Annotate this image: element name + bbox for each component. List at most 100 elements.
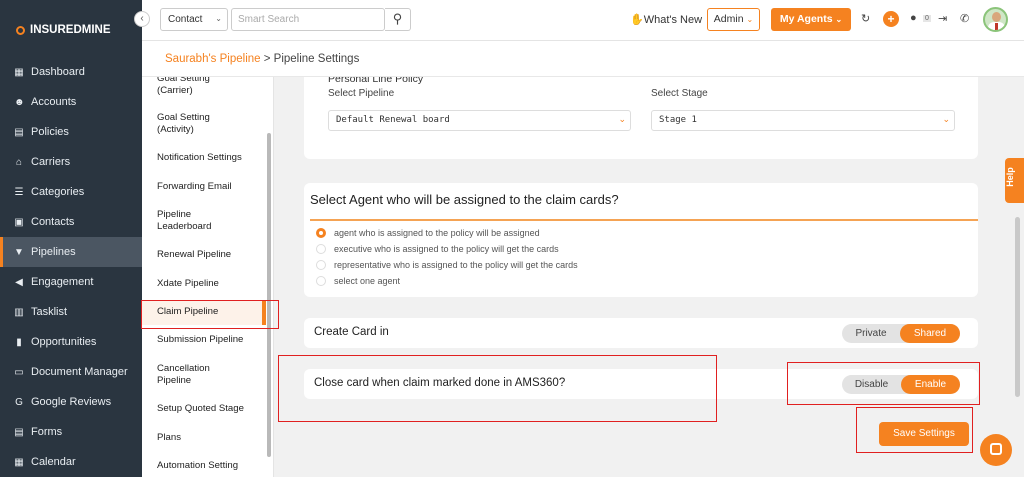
settings-item-automation-setting[interactable]: Automation Setting bbox=[157, 460, 238, 472]
shared-option[interactable]: Shared bbox=[900, 324, 960, 343]
policies-icon: ▤ bbox=[14, 126, 24, 138]
pipeline-select[interactable]: Default Renewal board ⌄ bbox=[328, 110, 631, 131]
sidebar-item-accounts[interactable]: ☻ Accounts bbox=[0, 87, 142, 117]
main-scrollbar[interactable] bbox=[1015, 217, 1020, 397]
accounts-icon: ☻ bbox=[14, 96, 25, 108]
settings-item-submission-pipeline[interactable]: Submission Pipeline bbox=[157, 334, 243, 346]
sidebar-item-engagement[interactable]: ◀ Engagement bbox=[0, 267, 142, 297]
settings-item-goal-setting-activity[interactable]: Goal Setting (Activity) bbox=[157, 112, 210, 136]
help-label: Help bbox=[1004, 167, 1015, 187]
app-logo[interactable]: INSUREDMINE bbox=[16, 22, 111, 38]
sidebar-item-label: Categories bbox=[31, 186, 85, 198]
sidebar-item-label: Accounts bbox=[31, 96, 77, 108]
sidebar-item-opportunities[interactable]: ▮ Opportunities bbox=[0, 327, 142, 357]
forms-icon: ▤ bbox=[14, 426, 24, 438]
avatar[interactable] bbox=[983, 7, 1008, 32]
calendar-icon: ▦ bbox=[14, 456, 24, 468]
title-divider bbox=[310, 219, 978, 221]
chat-icon bbox=[990, 443, 1002, 455]
radio-option-representative[interactable]: representative who is assigned to the po… bbox=[316, 259, 578, 271]
select-stage-label: Select Stage bbox=[651, 88, 708, 99]
breadcrumb: Saurabh's Pipeline > Pipeline Settings bbox=[142, 41, 1024, 77]
settings-item-notification-settings[interactable]: Notification Settings bbox=[157, 152, 242, 164]
sidebar-item-pipelines[interactable]: ▼ Pipelines bbox=[0, 237, 142, 267]
sidebar-item-calendar[interactable]: ▦ Calendar bbox=[0, 447, 142, 477]
create-card-toggle[interactable]: Private Shared bbox=[842, 324, 960, 343]
contacts-icon: ▣ bbox=[14, 216, 24, 228]
chevron-down-icon: ⌄ bbox=[215, 14, 222, 23]
chevron-down-icon: ⌄ bbox=[746, 15, 754, 24]
pipeline-settings-menu: Goal Setting (Carrier) Goal Setting (Act… bbox=[142, 77, 274, 477]
sidebar-item-contacts[interactable]: ▣ Contacts bbox=[0, 207, 142, 237]
sidebar-item-label: Tasklist bbox=[31, 306, 68, 318]
settings-item-renewal-pipeline[interactable]: Renewal Pipeline bbox=[157, 249, 231, 261]
sidebar-item-label: Policies bbox=[31, 126, 69, 138]
admin-label: Admin bbox=[713, 13, 744, 25]
settings-menu-scrollbar[interactable] bbox=[267, 133, 271, 457]
sidebar-item-label: Engagement bbox=[31, 276, 94, 288]
chevron-left-icon: ‹ bbox=[140, 13, 144, 24]
top-bar: Contact ⌄ Smart Search ⚲ ✋What's New Admi… bbox=[142, 0, 1024, 41]
sidebar-item-label: Opportunities bbox=[31, 336, 97, 348]
create-card-label: Create Card in bbox=[314, 326, 389, 338]
settings-item-plans[interactable]: Plans bbox=[157, 432, 181, 444]
sidebar-item-dashboard[interactable]: ▦ Dashboard bbox=[0, 57, 142, 87]
chevron-down-icon: ⌄ bbox=[835, 15, 843, 24]
radio-option-executive[interactable]: executive who is assigned to the policy … bbox=[316, 243, 559, 255]
settings-item-xdate-pipeline[interactable]: Xdate Pipeline bbox=[157, 278, 219, 290]
search-icon: ⚲ bbox=[392, 11, 403, 26]
admin-dropdown[interactable]: Admin ⌄ bbox=[707, 8, 760, 31]
my-agents-dropdown[interactable]: My Agents ⌄ bbox=[771, 8, 851, 31]
sidebar-item-forms[interactable]: ▤ Forms bbox=[0, 417, 142, 447]
sidebar-item-policies[interactable]: ▤ Policies bbox=[0, 117, 142, 147]
create-card-in-card: Create Card in Private Shared bbox=[304, 318, 978, 348]
add-button[interactable]: + bbox=[883, 11, 899, 27]
phone-icon[interactable]: ✆ bbox=[960, 12, 969, 25]
breadcrumb-current: Pipeline Settings bbox=[273, 53, 360, 65]
sidebar-item-tasklist[interactable]: ▥ Tasklist bbox=[0, 297, 142, 327]
breadcrumb-pipeline-link[interactable]: Saurabh's Pipeline bbox=[165, 53, 261, 65]
radio-label: agent who is assigned to the policy will… bbox=[334, 228, 540, 238]
radio-unchecked-icon[interactable] bbox=[316, 260, 326, 270]
radio-option-select-agent[interactable]: select one agent bbox=[316, 275, 400, 287]
search-scope-select[interactable]: Contact ⌄ bbox=[160, 8, 228, 31]
radio-label: select one agent bbox=[334, 276, 401, 286]
user-icon[interactable]: ● bbox=[910, 12, 917, 24]
whats-new-label: What's New bbox=[643, 14, 703, 26]
pipelines-icon: ▼ bbox=[14, 246, 24, 258]
radio-option-agent[interactable]: agent who is assigned to the policy will… bbox=[316, 227, 540, 239]
chat-widget-button[interactable] bbox=[980, 434, 1012, 466]
pipeline-select-value: Default Renewal board bbox=[336, 115, 450, 125]
logout-icon[interactable]: ⇥ bbox=[938, 12, 947, 25]
settings-item-setup-quoted-stage[interactable]: Setup Quoted Stage bbox=[157, 403, 244, 415]
sidebar-item-categories[interactable]: ☰ Categories bbox=[0, 177, 142, 207]
sidebar-item-label: Forms bbox=[31, 426, 63, 438]
hand-icon: ✋ bbox=[630, 14, 644, 26]
whats-new-link[interactable]: ✋What's New bbox=[630, 13, 702, 26]
annotation-box-claim-pipeline bbox=[141, 300, 279, 329]
stage-select[interactable]: Stage 1 ⌄ bbox=[651, 110, 955, 131]
collapse-sidebar-button[interactable]: ‹ bbox=[134, 11, 150, 27]
settings-item-cancellation-pipeline[interactable]: Cancellation Pipeline bbox=[157, 363, 210, 387]
sidebar-item-document-manager[interactable]: ▭ Document Manager bbox=[0, 357, 142, 387]
radio-unchecked-icon[interactable] bbox=[316, 276, 326, 286]
search-button[interactable]: ⚲ bbox=[385, 8, 411, 31]
private-option[interactable]: Private bbox=[842, 324, 900, 343]
sidebar-item-carriers[interactable]: ⌂ Carriers bbox=[0, 147, 142, 177]
google-reviews-icon: G bbox=[15, 396, 23, 408]
sidebar-item-label: Document Manager bbox=[31, 366, 128, 378]
settings-item-pipeline-leaderboard[interactable]: Pipeline Leaderboard bbox=[157, 209, 211, 233]
sidebar-nav: ▦ Dashboard ☻ Accounts ▤ Policies ⌂ Carriers… bbox=[0, 57, 142, 477]
radio-unchecked-icon[interactable] bbox=[316, 244, 326, 254]
sidebar-item-label: Dashboard bbox=[31, 66, 85, 78]
main-sidebar: INSUREDMINE ▦ Dashboard ☻ Accounts ▤ Polici… bbox=[0, 0, 142, 477]
select-pipeline-label: Select Pipeline bbox=[328, 88, 395, 99]
smart-search-input[interactable]: Smart Search bbox=[231, 8, 385, 31]
radio-checked-icon[interactable] bbox=[316, 228, 326, 238]
settings-item-forwarding-email[interactable]: Forwarding Email bbox=[157, 181, 232, 193]
refresh-icon[interactable]: ↻ bbox=[861, 12, 870, 25]
settings-item-goal-setting-carrier[interactable]: Goal Setting (Carrier) bbox=[157, 77, 210, 97]
chevron-down-icon: ⌄ bbox=[942, 114, 950, 124]
sidebar-item-google-reviews[interactable]: G Google Reviews bbox=[0, 387, 142, 417]
help-tab[interactable]: Help bbox=[1005, 158, 1024, 203]
